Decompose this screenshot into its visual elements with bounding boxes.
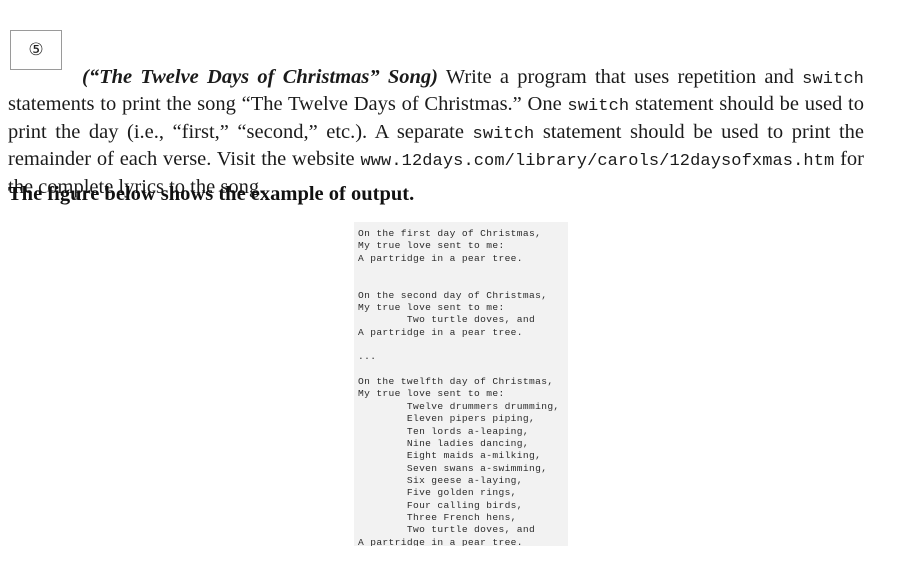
output-line: Four calling birds,: [358, 499, 523, 511]
lyrics-website-url: www.12days.com/library/carols/12daysofxm…: [360, 152, 835, 171]
output-line: My true love sent to me:: [358, 302, 505, 314]
keyword-switch-3: switch: [472, 124, 535, 144]
exercise-number-label: ⑤: [28, 39, 44, 60]
output-line: Three French hens,: [358, 511, 517, 523]
output-blank-line: [358, 364, 568, 376]
output-line: My true love sent to me:: [358, 240, 505, 252]
output-line: Two turtle doves, and: [358, 314, 536, 326]
output-line: On the first day of Christmas,: [358, 228, 542, 239]
output-line: Eight maids a-milking,: [358, 450, 542, 462]
output-line: On the twelfth day of Christmas,: [358, 376, 554, 388]
problem-text-segment-2: statements to print the song “The Twelve…: [8, 93, 568, 115]
output-line: Nine ladies dancing,: [358, 437, 530, 449]
output-line: My true love sent to me:: [358, 388, 505, 400]
output-line: Seven swans a-swimming,: [358, 462, 548, 474]
output-line: Twelve drummers drumming,: [358, 400, 560, 412]
output-line: A partridge in a pear tree.: [358, 326, 523, 338]
output-line: Two turtle doves, and: [358, 524, 536, 536]
problem-text-segment-1: Write a program that uses repetition and: [437, 65, 803, 88]
output-blank-line: [358, 339, 568, 351]
problem-title: (“The Twelve Days of Christmas” Song): [82, 65, 438, 88]
output-blank-line: [358, 265, 568, 277]
output-line: On the second day of Christmas,: [358, 289, 548, 301]
output-line: Ten lords a-leaping,: [358, 425, 530, 437]
output-line: A partridge in a pear tree.: [358, 252, 523, 264]
figure-caption: The figure below shows the example of ou…: [8, 183, 415, 205]
output-line: Eleven pipers piping,: [358, 413, 536, 425]
output-blank-line: [358, 277, 568, 289]
program-output-figure: On the first day of Christmas, My true lo…: [354, 222, 568, 546]
output-line: Five golden rings,: [358, 487, 517, 499]
keyword-switch-2: switch: [567, 97, 630, 116]
keyword-switch-1: switch: [802, 69, 864, 89]
output-line: ...: [358, 351, 377, 363]
output-line: A partridge in a pear tree.: [358, 536, 523, 546]
output-line: Six geese a-laying,: [358, 474, 523, 486]
problem-statement-paragraph: (“The Twelve Days of Christmas” Song) Wr…: [8, 65, 864, 201]
